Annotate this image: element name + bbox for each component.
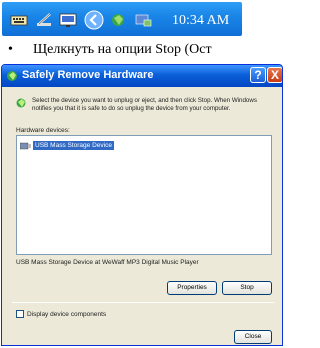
list-item[interactable]: USB Mass Storage Device [20, 140, 114, 150]
title-bar[interactable]: Safely Remove Hardware ? X [2, 65, 282, 87]
device-description: USB Mass Storage Device at WeWaff MP3 Di… [16, 259, 199, 266]
intro-text: Select the device you want to unplug or … [32, 97, 257, 112]
checkbox-label: Display device components [27, 310, 107, 318]
bullet: • [8, 42, 13, 57]
display-components-option[interactable]: Display device components [16, 310, 106, 318]
taskbar-tray: 10:34 AM [0, 0, 283, 38]
close-window-button[interactable]: X [267, 67, 282, 83]
hardware-devices-label: Hardware devices: [16, 127, 70, 134]
chevron-left-icon[interactable] [84, 10, 104, 30]
display-icon[interactable] [59, 12, 77, 28]
usb-device-icon [20, 142, 31, 149]
safely-remove-hardware-dialog: Safely Remove Hardware ? X Select the de… [1, 64, 283, 346]
list-item-label: USB Mass Storage Device [33, 140, 114, 150]
safely-remove-icon [7, 71, 17, 81]
properties-button[interactable]: Properties [167, 281, 217, 295]
divider [12, 302, 274, 303]
safely-remove-icon[interactable] [134, 12, 152, 28]
clock[interactable]: 10:34 AM [172, 13, 229, 29]
stop-button[interactable]: Stop [222, 281, 272, 295]
instruction-line: • Щелкнуть на опции Stop (Ост [0, 42, 283, 62]
display-components-checkbox[interactable] [16, 310, 24, 318]
dialog-title: Safely Remove Hardware [22, 69, 154, 81]
keyboard-icon[interactable] [10, 12, 28, 28]
instruction-text: Щелкнуть на опции Stop (Ост [33, 42, 212, 57]
system-tray: 10:34 AM [2, 2, 242, 36]
pen-icon[interactable] [36, 12, 54, 28]
hardware-device-list[interactable]: USB Mass Storage Device [16, 135, 272, 255]
close-button[interactable]: Close [234, 330, 272, 344]
help-button[interactable]: ? [250, 67, 266, 83]
safely-remove-icon [16, 98, 26, 108]
network-icon[interactable] [110, 12, 128, 28]
